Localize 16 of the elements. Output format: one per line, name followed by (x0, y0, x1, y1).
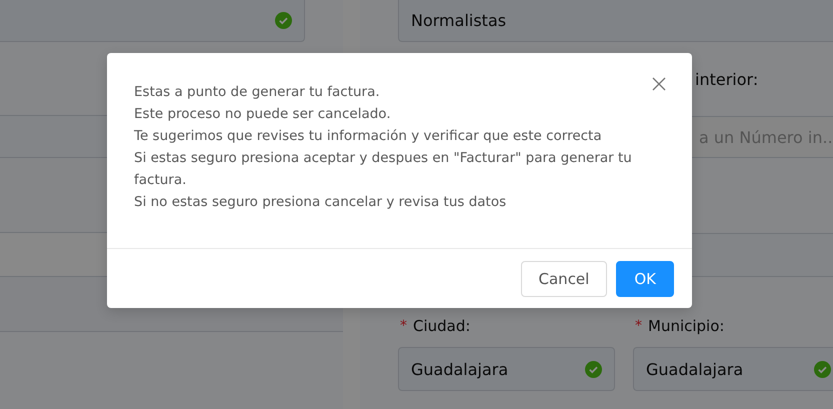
field-value: Guadalajara (411, 360, 508, 378)
city-field[interactable]: Guadalajara (398, 347, 615, 391)
ok-button[interactable]: OK (616, 261, 674, 297)
required-asterisk: * (400, 318, 407, 334)
required-asterisk: * (635, 318, 642, 334)
field-label: interior: (695, 70, 758, 88)
input-field[interactable] (0, 0, 305, 42)
close-icon[interactable] (652, 77, 666, 91)
field-label: Ciudad: (413, 317, 470, 335)
field-value: Guadalajara (646, 360, 744, 378)
dialog-message: Estas a punto de generar tu factura. Este proceso no puede ser cancelado. Te sugerimos que revises tu información y verificar que este correcta Si estas seguro presiona aceptar y despues en "Facturar" para generar tu factura. Si no estas seguro presiona cancelar y revisa tus datos (134, 83, 633, 212)
municipality-field[interactable]: Guadalajara (633, 347, 833, 391)
address-field[interactable]: Normalistas (398, 0, 833, 42)
cancel-button[interactable]: Cancel (520, 261, 608, 297)
field-label: Municipio: (648, 317, 724, 335)
field-value: Normalistas (411, 11, 506, 30)
